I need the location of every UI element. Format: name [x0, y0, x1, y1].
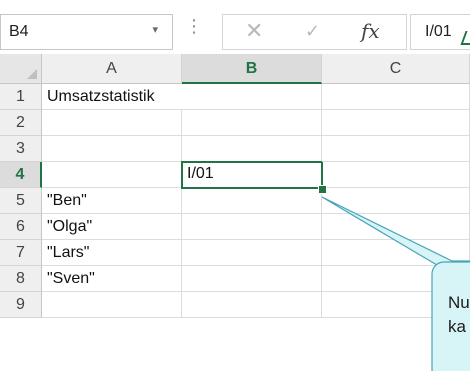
- callout-line-1: Nu: [448, 293, 470, 312]
- callout-line-2: ka: [448, 317, 466, 336]
- callout-bubble: [321, 196, 470, 371]
